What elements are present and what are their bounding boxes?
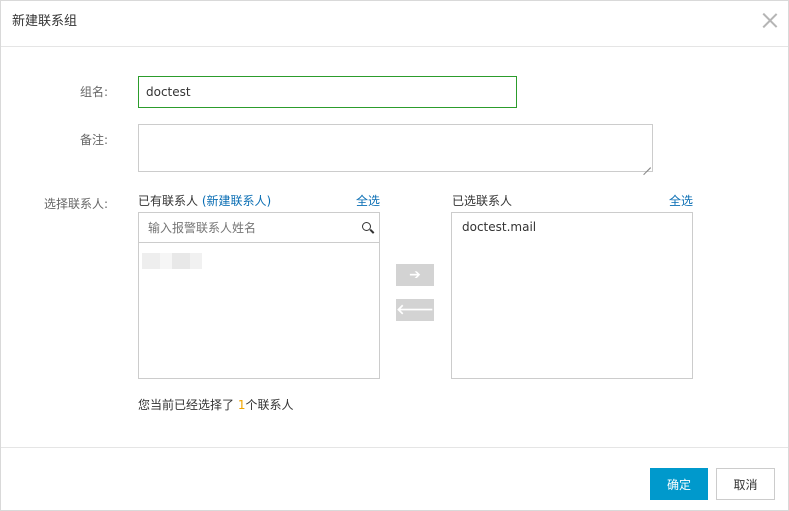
contact-search-box <box>138 212 380 243</box>
group-name-label: 组名: <box>79 85 108 99</box>
new-contact-group-dialog: 新建联系组 组名: 备注: 选择联系人: 已有联系人 (新建联系人) 全选 ➔ … <box>0 0 789 511</box>
arrow-left-icon: 🡐 <box>396 302 434 318</box>
list-item[interactable]: doctest.mail <box>462 219 536 235</box>
selected-select-all-link[interactable]: 全选 <box>669 193 693 209</box>
footer-divider <box>1 447 788 448</box>
summary-suffix: 个联系人 <box>245 398 294 412</box>
close-icon[interactable] <box>761 11 779 29</box>
dialog-title: 新建联系组 <box>12 14 78 29</box>
arrow-right-icon: ➔ <box>409 267 421 283</box>
move-left-button[interactable]: 🡐 <box>396 299 434 321</box>
selected-contacts-list[interactable] <box>451 212 693 379</box>
remark-textarea[interactable] <box>138 124 653 172</box>
new-contact-link[interactable]: (新建联系人) <box>202 194 271 208</box>
selected-contacts-title: 已选联系人 <box>452 194 513 208</box>
confirm-button[interactable]: 确定 <box>650 468 708 500</box>
contact-search-input[interactable] <box>139 213 354 242</box>
list-item[interactable] <box>142 253 202 269</box>
available-select-all-link[interactable]: 全选 <box>356 193 380 209</box>
dialog-header: 新建联系组 <box>1 1 788 47</box>
textarea-resize-handle[interactable] <box>642 159 652 169</box>
available-contacts-heading: 已有联系人 (新建联系人) <box>138 193 271 209</box>
cancel-button[interactable]: 取消 <box>716 468 775 500</box>
search-icon[interactable] <box>362 222 374 234</box>
move-right-button[interactable]: ➔ <box>396 264 434 286</box>
remark-label: 备注: <box>79 133 108 147</box>
select-contacts-label: 选择联系人: <box>43 197 108 211</box>
summary-prefix: 您当前已经选择了 <box>138 398 238 412</box>
group-name-input[interactable] <box>138 76 517 108</box>
selection-summary: 您当前已经选择了 1个联系人 <box>138 397 293 413</box>
available-contacts-title: 已有联系人 <box>138 194 199 208</box>
